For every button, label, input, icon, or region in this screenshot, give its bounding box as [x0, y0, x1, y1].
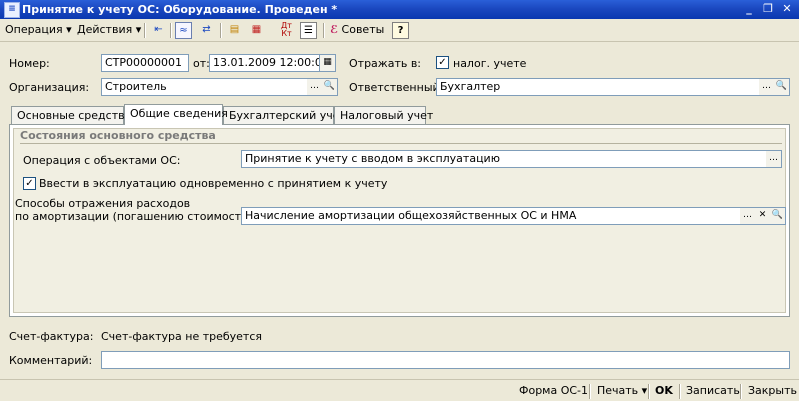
expense-label-line1: Способы отражения расходов: [15, 197, 191, 210]
operation-menu-label: Операция: [5, 23, 63, 36]
date-field[interactable]: 13.01.2009 12:00:03: [209, 54, 320, 72]
bottom-bar: Форма ОС-1 Печать ▾ OK Записать Закрыть: [0, 379, 799, 401]
organization-label: Организация:: [9, 81, 90, 94]
post-document-icon[interactable]: ▤: [226, 22, 243, 39]
ellipsis-icon[interactable]: …: [740, 207, 756, 225]
close-button[interactable]: Закрыть: [748, 384, 797, 397]
search-icon[interactable]: 🔍: [322, 78, 338, 96]
search-icon[interactable]: 🔍: [770, 207, 786, 225]
form-os1-button[interactable]: Форма ОС-1: [519, 384, 588, 397]
operation-label: Операция с объектами ОС:: [23, 154, 181, 167]
dropdown-arrow-icon: ▾: [135, 23, 142, 36]
calendar-icon[interactable]: ▦: [320, 54, 336, 72]
window-title: Принятие к учету ОС: Оборудование. Прове…: [22, 3, 338, 16]
print-button[interactable]: Печать ▾: [597, 384, 647, 397]
date-label: от:: [193, 57, 210, 70]
expense-label-line2: по амортизации (погашению стоимости):: [15, 210, 257, 223]
operation-menu[interactable]: Операция ▾: [5, 23, 72, 36]
refresh-icon[interactable]: ⇄: [198, 22, 215, 39]
toolbar: Операция ▾ Действия ▾ ⇤ ≈ ⇄ ▤ ▦ Дт Кт ☰ ℰ…: [0, 20, 799, 42]
invoice-value: Счет-фактура не требуется: [101, 330, 262, 343]
search-icon[interactable]: 🔍: [774, 78, 790, 96]
ellipsis-icon[interactable]: …: [759, 78, 775, 96]
advice-label: Советы: [341, 23, 385, 36]
minimize-icon[interactable]: _: [741, 2, 757, 17]
commission-label: Ввести в эксплуатацию одновременно с при…: [39, 177, 388, 190]
report-icon[interactable]: ☰: [300, 22, 317, 39]
ok-button[interactable]: OK: [655, 384, 673, 397]
clear-icon[interactable]: ✕: [755, 207, 771, 225]
tab-fixed-assets[interactable]: Основные средства: [11, 106, 131, 125]
invoice-label: Счет-фактура:: [9, 330, 94, 343]
actions-menu-label: Действия: [77, 23, 133, 36]
operation-field[interactable]: Принятие к учету с вводом в эксплуатацию: [241, 150, 767, 168]
movements-icon[interactable]: ≈: [175, 22, 192, 39]
save-button[interactable]: Записать: [686, 384, 740, 397]
number-label: Номер:: [9, 57, 50, 70]
debit-credit-icon[interactable]: Дт Кт: [278, 22, 295, 39]
print-label: Печать: [597, 384, 639, 397]
unpost-document-icon[interactable]: ▦: [248, 22, 265, 39]
ellipsis-icon[interactable]: …: [766, 150, 782, 168]
advice-icon: ℰ: [330, 23, 339, 36]
tax-accounting-label: налог. учете: [453, 57, 527, 70]
back-arrow-icon[interactable]: ⇤: [150, 22, 167, 39]
document-icon: ≡: [4, 2, 20, 18]
dropdown-arrow-icon: ▾: [66, 23, 72, 36]
organization-field[interactable]: Строитель: [101, 78, 308, 96]
advice-button[interactable]: ℰ Советы: [330, 23, 384, 36]
tab-general-info[interactable]: Общие сведения: [124, 104, 228, 125]
dropdown-arrow-icon: ▾: [641, 384, 648, 397]
help-icon[interactable]: ?: [392, 22, 409, 39]
comment-field[interactable]: [101, 351, 790, 369]
tax-accounting-checkbox[interactable]: ✓: [436, 56, 449, 69]
reflect-label: Отражать в:: [349, 57, 422, 70]
responsible-field[interactable]: Бухгалтер: [436, 78, 760, 96]
number-field[interactable]: СТР00000001: [101, 54, 189, 72]
section-title: Состояния основного средства: [20, 129, 216, 142]
commission-checkbox[interactable]: ✓: [23, 177, 36, 190]
close-icon[interactable]: ✕: [779, 2, 795, 17]
restore-icon[interactable]: ❐: [760, 2, 776, 17]
tab-accounting[interactable]: Бухгалтерский учет: [223, 106, 346, 125]
expense-method-field[interactable]: Начисление амортизации общехозяйственных…: [241, 207, 741, 225]
section-divider: [20, 143, 782, 144]
title-bar[interactable]: ≡ Принятие к учету ОС: Оборудование. Про…: [0, 0, 799, 19]
tab-tax-accounting[interactable]: Налоговый учет: [334, 106, 433, 125]
responsible-label: Ответственный:: [349, 81, 444, 94]
actions-menu[interactable]: Действия ▾: [77, 23, 141, 36]
ellipsis-icon[interactable]: …: [307, 78, 323, 96]
comment-label: Комментарий:: [9, 354, 93, 367]
